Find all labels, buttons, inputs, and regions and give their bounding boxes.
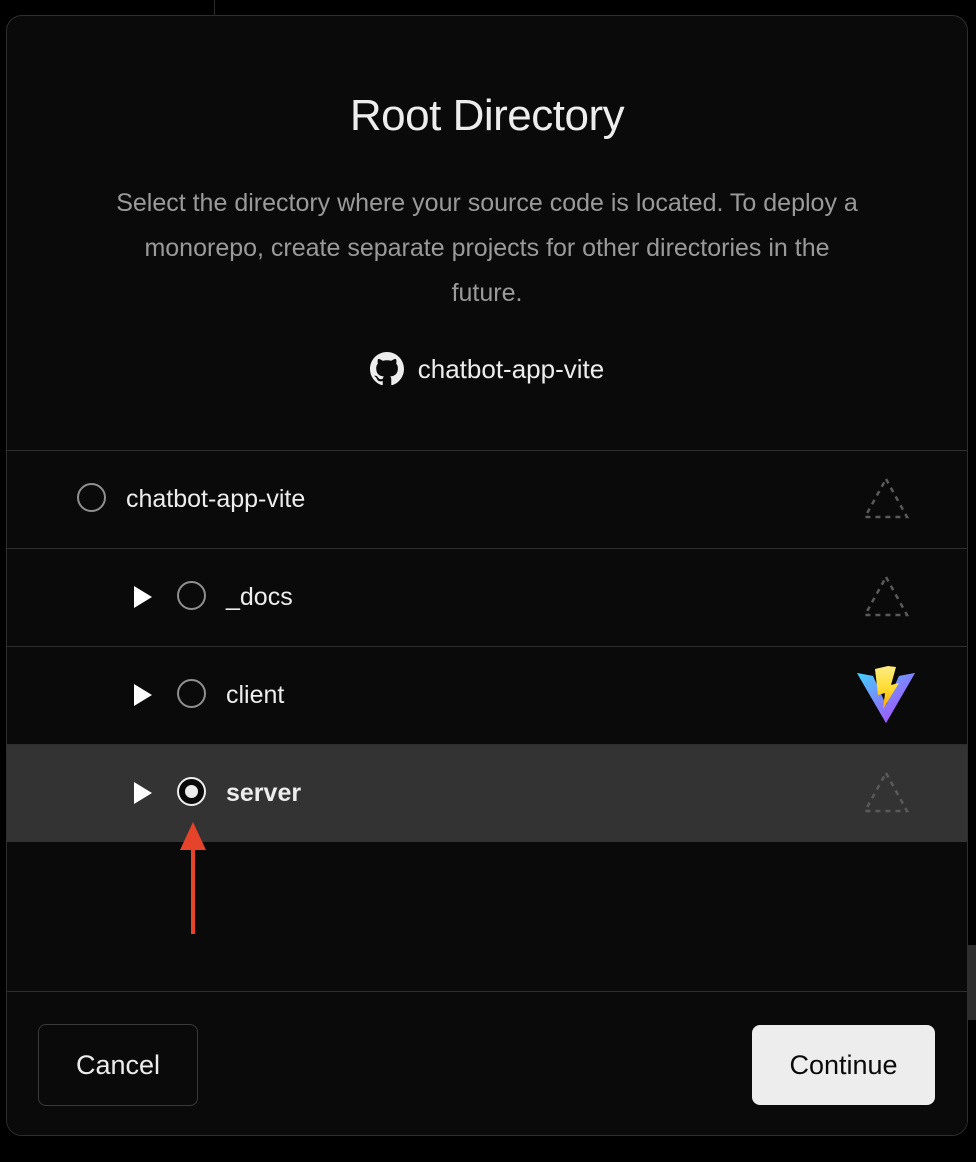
vite-icon [857, 666, 915, 723]
directory-label: chatbot-app-vite [126, 485, 306, 513]
unknown-framework-icon [863, 574, 909, 617]
expand-chevron-icon[interactable] [134, 684, 152, 706]
directory-row-docs[interactable]: _docs [7, 549, 967, 647]
dialog-description: Select the directory where your source c… [116, 189, 858, 307]
repository-name: chatbot-app-vite [417, 353, 605, 384]
repository-header: chatbot-app-vite [7, 352, 967, 386]
directory-label: server [226, 779, 302, 807]
directory-label: _docs [226, 583, 293, 611]
radio-button[interactable] [177, 679, 206, 708]
directory-label: client [226, 681, 285, 709]
github-icon [369, 352, 404, 386]
background-scrollbar[interactable] [968, 945, 976, 1020]
dialog-title: Root Directory [349, 91, 625, 140]
radio-button[interactable] [77, 483, 106, 512]
directory-row-server[interactable]: server [7, 745, 967, 842]
directory-row-chatbot-app-vite[interactable]: chatbot-app-vite [7, 451, 967, 549]
radio-button-selected[interactable] [177, 777, 206, 806]
directory-list: chatbot-app-vite _docs client server [7, 450, 967, 842]
unknown-framework-icon [863, 476, 909, 519]
expand-chevron-icon[interactable] [134, 586, 152, 608]
root-directory-dialog: Root Directory Select the directory wher… [6, 15, 968, 1136]
dialog-footer: Cancel Continue [7, 991, 967, 1135]
continue-button[interactable]: Continue [752, 1025, 935, 1105]
directory-row-client[interactable]: client [7, 647, 967, 745]
cancel-button[interactable]: Cancel [38, 1024, 198, 1106]
expand-chevron-icon[interactable] [134, 782, 152, 804]
radio-button[interactable] [177, 581, 206, 610]
unknown-framework-icon [863, 770, 909, 813]
red-arrow-icon [180, 822, 206, 934]
background-divider [214, 0, 215, 16]
